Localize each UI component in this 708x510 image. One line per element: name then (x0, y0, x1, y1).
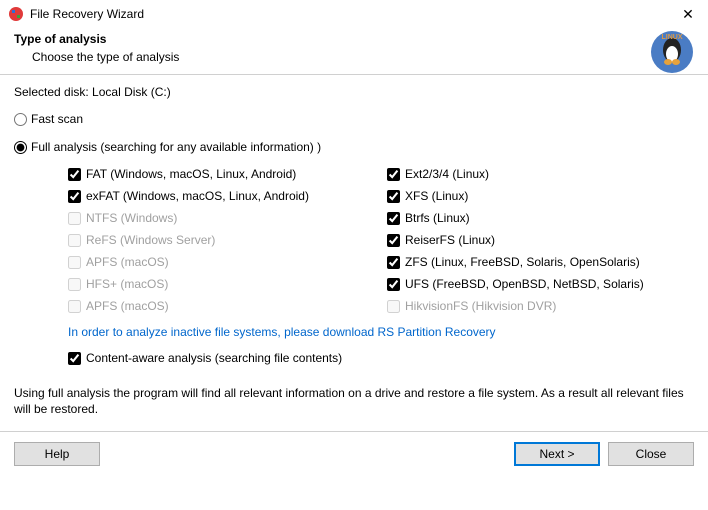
fs-label: Ext2/3/4 (Linux) (405, 167, 489, 181)
fs-label: APFS (macOS) (86, 299, 169, 313)
fs-checkbox[interactable] (387, 278, 400, 291)
filesystem-column-left: FAT (Windows, macOS, Linux, Android) exF… (68, 163, 375, 317)
fs-option-zfs[interactable]: ZFS (Linux, FreeBSD, Solaris, OpenSolari… (387, 251, 694, 273)
next-button[interactable]: Next > (514, 442, 600, 466)
help-button[interactable]: Help (14, 442, 100, 466)
fs-option-btrfs[interactable]: Btrfs (Linux) (387, 207, 694, 229)
fast-scan-radio[interactable]: Fast scan (14, 109, 694, 129)
fs-option-fat[interactable]: FAT (Windows, macOS, Linux, Android) (68, 163, 375, 185)
page-title: Type of analysis (14, 32, 694, 46)
fs-option-ext[interactable]: Ext2/3/4 (Linux) (387, 163, 694, 185)
fs-option-ntfs: NTFS (Windows) (68, 207, 375, 229)
fs-checkbox[interactable] (68, 168, 81, 181)
full-analysis-radio-input[interactable] (14, 141, 27, 154)
fs-checkbox[interactable] (68, 190, 81, 203)
fs-label: XFS (Linux) (405, 189, 468, 203)
fs-label: ReiserFS (Linux) (405, 233, 495, 247)
fs-label: HFS+ (macOS) (86, 277, 168, 291)
window-title: File Recovery Wizard (30, 7, 144, 21)
fs-checkbox[interactable] (387, 234, 400, 247)
fs-option-reiserfs[interactable]: ReiserFS (Linux) (387, 229, 694, 251)
fs-label: HikvisionFS (Hikvision DVR) (405, 299, 556, 313)
page-subtitle: Choose the type of analysis (32, 50, 694, 64)
close-button[interactable]: Close (608, 442, 694, 466)
content-aware-checkbox-input[interactable] (68, 352, 81, 365)
app-icon (8, 6, 24, 22)
download-partition-recovery-link[interactable]: In order to analyze inactive file system… (68, 325, 694, 339)
svg-text:LINUX: LINUX (662, 34, 683, 41)
fs-label: ReFS (Windows Server) (86, 233, 215, 247)
fs-label: ZFS (Linux, FreeBSD, Solaris, OpenSolari… (405, 255, 640, 269)
fs-checkbox[interactable] (387, 212, 400, 225)
button-bar: Help Next > Close (0, 432, 708, 476)
titlebar: File Recovery Wizard ✕ (0, 0, 708, 28)
window-close-button[interactable]: ✕ (668, 0, 708, 28)
fs-option-apfs-2: APFS (macOS) (68, 295, 375, 317)
wizard-content: Selected disk: Local Disk (C:) Fast scan… (0, 75, 708, 365)
fs-checkbox[interactable] (387, 190, 400, 203)
fs-option-exfat[interactable]: exFAT (Windows, macOS, Linux, Android) (68, 185, 375, 207)
fs-option-refs: ReFS (Windows Server) (68, 229, 375, 251)
fs-option-apfs: APFS (macOS) (68, 251, 375, 273)
fs-option-hikvisionfs: HikvisionFS (Hikvision DVR) (387, 295, 694, 317)
fs-label: Btrfs (Linux) (405, 211, 470, 225)
selected-disk-label: Selected disk: Local Disk (C:) (14, 85, 694, 99)
fs-label: APFS (macOS) (86, 255, 169, 269)
fs-checkbox (387, 300, 400, 313)
close-icon: ✕ (682, 6, 694, 23)
fs-checkbox (68, 300, 81, 313)
wizard-header: Type of analysis Choose the type of anal… (0, 28, 708, 75)
content-aware-checkbox[interactable]: Content-aware analysis (searching file c… (68, 351, 694, 365)
fs-label: exFAT (Windows, macOS, Linux, Android) (86, 189, 309, 203)
fs-option-ufs[interactable]: UFS (FreeBSD, OpenBSD, NetBSD, Solaris) (387, 273, 694, 295)
description-text: Using full analysis the program will fin… (14, 385, 694, 417)
linux-logo-icon: LINUX (650, 30, 694, 74)
fast-scan-label: Fast scan (31, 112, 83, 126)
fs-checkbox (68, 278, 81, 291)
fs-label: UFS (FreeBSD, OpenBSD, NetBSD, Solaris) (405, 277, 644, 291)
fs-label: NTFS (Windows) (86, 211, 177, 225)
fs-option-hfsplus: HFS+ (macOS) (68, 273, 375, 295)
fs-checkbox (68, 212, 81, 225)
fs-checkbox (68, 256, 81, 269)
fs-checkbox (68, 234, 81, 247)
fast-scan-radio-input[interactable] (14, 113, 27, 126)
fs-checkbox[interactable] (387, 256, 400, 269)
content-aware-label: Content-aware analysis (searching file c… (86, 351, 342, 365)
fs-checkbox[interactable] (387, 168, 400, 181)
fs-option-xfs[interactable]: XFS (Linux) (387, 185, 694, 207)
filesystem-column-right: Ext2/3/4 (Linux) XFS (Linux) Btrfs (Linu… (387, 163, 694, 317)
full-analysis-label: Full analysis (searching for any availab… (31, 140, 321, 154)
full-analysis-radio[interactable]: Full analysis (searching for any availab… (14, 137, 694, 157)
fs-label: FAT (Windows, macOS, Linux, Android) (86, 167, 296, 181)
filesystem-grid: FAT (Windows, macOS, Linux, Android) exF… (68, 163, 694, 317)
